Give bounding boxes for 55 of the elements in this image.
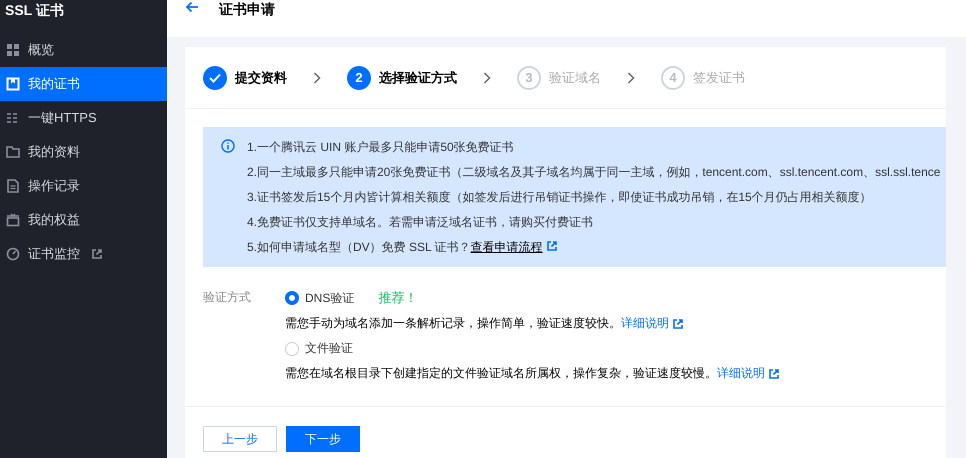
sidebar-item-label: 我的权益 (28, 211, 80, 229)
sidebar-item[interactable]: 操作记录 (0, 169, 167, 203)
folder-icon (6, 145, 20, 159)
sidebar-item[interactable]: 我的证书 (0, 67, 167, 101)
notice-line: 3.证书签发后15个月内皆计算相关额度（如签发后进行吊销证书操作，即使证书成功吊销，在15个月仍占用相关额度） (247, 189, 873, 205)
recommend-tag: 推荐！ (378, 289, 418, 307)
gift-icon (6, 213, 20, 227)
previous-button[interactable]: 上一步 (203, 426, 277, 452)
info-icon (221, 139, 235, 153)
check-icon (209, 72, 221, 82)
step-number: 2 (355, 70, 363, 85)
notice-line: 1.一个腾讯云 UIN 账户最多只能申请50张免费证书 (247, 139, 515, 155)
sidebar-item-label: 操作记录 (28, 177, 80, 195)
external-link-icon (673, 318, 683, 328)
step-label: 验证域名 (549, 68, 601, 86)
details-link[interactable]: 详细说明 (621, 315, 669, 332)
sidebar-item-label: 一键HTTPS (28, 109, 97, 127)
process-link[interactable]: 查看申请流程 (470, 240, 543, 254)
step-label: 提交资料 (235, 68, 287, 86)
notice-line: 4.免费证书仅支持单域名。若需申请泛域名证书，请购买付费证书 (247, 214, 594, 230)
details-link[interactable]: 详细说明 (717, 365, 765, 382)
sidebar-title: SSL 证书 (4, 1, 65, 20)
step-label: 选择验证方式 (379, 68, 457, 86)
step-number: 4 (669, 70, 677, 85)
notice-line: 2.同一主域最多只能申请20张免费证书（二级域名及其子域名均属于同一主域，例如，tencent.com、ssl.tencent.com、ssl.ssl.tence (247, 164, 940, 180)
notice-line: 5.如何申请域名型（DV）免费 SSL 证书？查看申请流程 (247, 239, 940, 255)
step-label: 签发证书 (693, 68, 745, 86)
option-description: 需您在域名根目录下创建指定的文件验证域名所属权，操作复杂，验证速度较慢。 (285, 365, 717, 382)
doc-icon (6, 179, 20, 193)
sidebar-item[interactable]: 我的权益 (0, 203, 167, 237)
sidebar-item-label: 我的资料 (28, 143, 80, 161)
chevron-right-icon (627, 72, 635, 84)
sliders-icon (6, 111, 20, 125)
sidebar-item[interactable]: 证书监控 (0, 237, 167, 271)
grid-icon (6, 43, 20, 57)
sidebar-item-label: 概览 (28, 41, 54, 59)
option-label[interactable]: 文件验证 (305, 340, 353, 357)
sidebar-item-label: 证书监控 (28, 245, 80, 263)
sidebar-item-label: 我的证书 (28, 75, 80, 93)
step-number: 3 (525, 70, 533, 85)
external-link-icon (769, 368, 779, 378)
chevron-right-icon (313, 72, 321, 84)
radio-button[interactable] (285, 291, 299, 305)
field-label: 验证方式 (203, 289, 252, 306)
option-label[interactable]: DNS验证 (305, 290, 354, 306)
next-button[interactable]: 下一步 (286, 426, 360, 452)
external-link-icon (546, 241, 557, 251)
back-arrow-icon[interactable] (185, 1, 199, 13)
sidebar-item[interactable]: 概览 (0, 33, 167, 67)
sidebar-item[interactable]: 一键HTTPS (0, 101, 167, 135)
page-title: 证书申请 (219, 1, 275, 19)
chevron-right-icon (483, 72, 491, 84)
sidebar-item[interactable]: 我的资料 (0, 135, 167, 169)
option-description: 需您手动为域名添加一条解析记录，操作简单，验证速度较快。 (285, 315, 621, 332)
gauge-icon (6, 247, 20, 261)
